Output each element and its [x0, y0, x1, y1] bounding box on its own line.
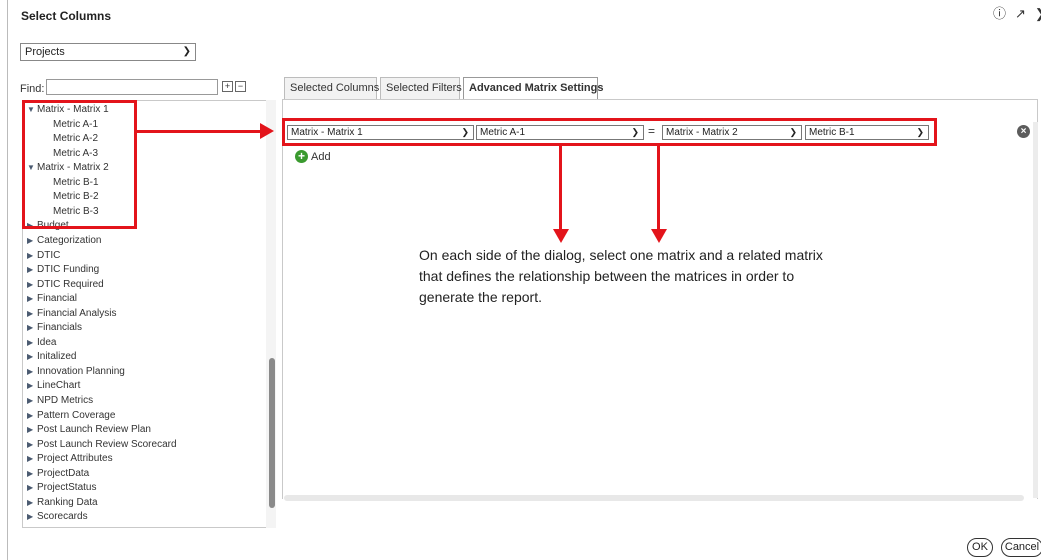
- add-label: Add: [311, 150, 331, 163]
- tree-item[interactable]: ▶ Categorization: [23, 234, 101, 248]
- tree-item-label: LineChart: [37, 380, 81, 392]
- add-button[interactable]: + Add: [295, 150, 331, 163]
- tree-item-label: Ranking Data: [37, 496, 98, 508]
- triangle-right-icon[interactable]: ▶: [23, 249, 37, 263]
- matrix-row-highlight-box: [282, 118, 937, 146]
- triangle-right-icon[interactable]: ▶: [23, 321, 37, 335]
- tree-highlight-box: [22, 100, 137, 229]
- chevron-down-icon: ❯: [182, 46, 191, 57]
- triangle-right-icon[interactable]: ▶: [23, 234, 37, 248]
- annotation-arrow-line: [137, 130, 261, 133]
- triangle-right-icon[interactable]: ▶: [23, 423, 37, 437]
- cancel-button[interactable]: Cancel: [1001, 538, 1041, 557]
- triangle-right-icon[interactable]: ▶: [23, 438, 37, 452]
- find-input[interactable]: [46, 79, 218, 95]
- tree-item[interactable]: ▶ DTIC Required: [23, 278, 104, 292]
- dialog-title: Select Columns: [21, 9, 112, 23]
- arrow-right-icon: [260, 123, 274, 139]
- tree-item-label: Project Attributes: [37, 453, 113, 465]
- tree-item[interactable]: ▶ ProjectStatus: [23, 481, 96, 495]
- tree-item-label: Innovation Planning: [37, 365, 125, 377]
- panel-horizontal-scrollbar[interactable]: [284, 495, 1024, 501]
- tree-item-label: Idea: [37, 336, 57, 348]
- tree-item-label: ProjectData: [37, 467, 90, 479]
- annotation-arrow-line-right: [657, 146, 660, 230]
- tree-item-label: Categorization: [37, 234, 102, 246]
- tree-item[interactable]: ▶ Financial Analysis: [23, 307, 116, 321]
- panel-vertical-scrollbar[interactable]: [1033, 122, 1038, 498]
- arrow-down-icon: [651, 229, 667, 243]
- triangle-right-icon[interactable]: ▶: [23, 510, 37, 524]
- find-label: Find:: [20, 83, 45, 95]
- triangle-right-icon[interactable]: ▶: [23, 409, 37, 423]
- tree-item-label: NPD Metrics: [37, 395, 94, 406]
- tree-item-label: Post Launch Review Plan: [37, 424, 151, 436]
- expand-all-icon[interactable]: +: [222, 81, 233, 92]
- tab-advanced-matrix-settings[interactable]: Advanced Matrix Settings: [463, 77, 603, 101]
- dialog-left-border: [7, 0, 8, 560]
- tree-item-label: Initalized: [37, 351, 77, 363]
- triangle-right-icon[interactable]: ▶: [23, 467, 37, 481]
- arrow-down-icon: [553, 229, 569, 243]
- expand-icon[interactable]: ↗: [1015, 7, 1026, 21]
- tree-item[interactable]: ▶ Project Attributes: [23, 452, 113, 466]
- tree-item-label: Scorecards: [37, 511, 88, 523]
- triangle-right-icon[interactable]: ▶: [23, 452, 37, 466]
- tree-item[interactable]: ▶ Innovation Planning: [23, 365, 125, 379]
- tree-item-label: Financial Analysis: [37, 307, 117, 319]
- tree-scroll-thumb[interactable]: [269, 358, 275, 508]
- tree-item[interactable]: ▶ Ranking Data: [23, 496, 98, 510]
- remove-row-icon[interactable]: ×: [1017, 125, 1030, 138]
- tree-item[interactable]: ▶ Financials: [23, 321, 82, 335]
- tree-item[interactable]: ▶ DTIC: [23, 249, 60, 263]
- triangle-right-icon[interactable]: ▶: [23, 365, 37, 379]
- help-circle-icon[interactable]: ⓘ: [993, 7, 1006, 21]
- tree-item-label: Financials: [37, 322, 83, 334]
- triangle-right-icon[interactable]: ▶: [23, 278, 37, 292]
- triangle-right-icon[interactable]: ▶: [23, 496, 37, 510]
- tab-selected-filters[interactable]: Selected Filters: [380, 77, 462, 100]
- triangle-right-icon[interactable]: ▶: [23, 394, 37, 408]
- triangle-right-icon[interactable]: ▶: [23, 481, 37, 495]
- tree-item[interactable]: ▶ Pattern Coverage: [23, 409, 115, 423]
- tree-item[interactable]: ▶ Scorecards: [23, 510, 88, 524]
- plus-circle-icon: +: [295, 150, 308, 163]
- tree-item-label: Financial: [37, 293, 78, 305]
- tree-item-label: DTIC: [37, 249, 61, 261]
- tree-item[interactable]: ▶ Initalized: [23, 350, 76, 364]
- dialog-header-icons: ⓘ ↗ ❯: [993, 7, 1041, 21]
- tree-item[interactable]: ▶ Post Launch Review Scorecard: [23, 438, 177, 452]
- tree-item[interactable]: ▶ DTIC Funding: [23, 263, 99, 277]
- tree-item-label: DTIC Required: [37, 278, 104, 290]
- collapse-all-icon[interactable]: −: [235, 81, 246, 92]
- triangle-right-icon[interactable]: ▶: [23, 307, 37, 321]
- annotation-arrow-line-left: [559, 146, 562, 230]
- tree-item[interactable]: ▶ Post Launch Review Plan: [23, 423, 151, 437]
- tree-item-label: Pattern Coverage: [37, 409, 116, 421]
- triangle-right-icon[interactable]: ▶: [23, 350, 37, 364]
- triangle-right-icon[interactable]: ▶: [23, 263, 37, 277]
- tree-item-label: Post Launch Review Scorecard: [37, 438, 177, 450]
- triangle-right-icon[interactable]: ▶: [23, 336, 37, 350]
- tree-item[interactable]: ▶ NPD Metrics: [23, 394, 93, 408]
- tree-item[interactable]: ▶ LineChart: [23, 379, 80, 393]
- tree-item-label: ProjectStatus: [37, 482, 97, 494]
- tree-item[interactable]: ▶ Idea: [23, 336, 56, 350]
- source-select-value: Projects: [25, 46, 65, 58]
- triangle-right-icon[interactable]: ▶: [23, 292, 37, 306]
- annotation-text: On each side of the dialog, select one m…: [419, 247, 823, 305]
- close-icon[interactable]: ❯: [1035, 7, 1041, 21]
- ok-button[interactable]: OK: [967, 538, 993, 557]
- source-select[interactable]: Projects ❯: [20, 43, 196, 61]
- triangle-right-icon[interactable]: ▶: [23, 379, 37, 393]
- tree-item-label: DTIC Funding: [37, 264, 100, 276]
- tab-selected-columns[interactable]: Selected Columns: [284, 77, 379, 100]
- tree-item[interactable]: ▶ ProjectData: [23, 467, 89, 481]
- tree-item[interactable]: ▶ Financial: [23, 292, 77, 306]
